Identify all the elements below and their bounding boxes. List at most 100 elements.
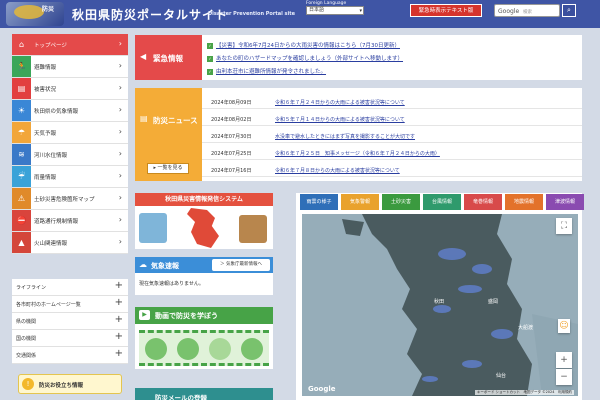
video-header: ▶ 動画で防災を学ぼう: [135, 307, 273, 324]
search-brand: Google: [498, 8, 520, 15]
site-logo[interactable]: 防災: [6, 2, 64, 26]
zoom-in-button[interactable]: +: [556, 352, 572, 368]
zoom-out-button[interactable]: −: [556, 369, 572, 385]
news-row: 2024年08月09日 令和６年７月２４日からの大雨による被害状況等について: [202, 94, 582, 109]
site-title[interactable]: 秋田県防災ポータルサイト: [72, 6, 228, 23]
sidebar-item[interactable]: ☔ 雨量情報 ›: [12, 166, 128, 188]
sidebar-link[interactable]: ライフライン +: [12, 279, 128, 296]
map-tab[interactable]: 気象警報: [341, 194, 379, 210]
emergency-link[interactable]: ✓ あなたの町のハザードマップを確認しましょう（外部サイトへ移動します）: [207, 54, 403, 62]
akita-disaster-system-banner[interactable]: 秋田県災害情報発信システム: [135, 193, 273, 249]
useful-info-banner[interactable]: ! 防災お役立ち情報: [18, 374, 122, 394]
river-icon: ≋: [12, 144, 31, 165]
chevron-right-icon: ›: [118, 171, 122, 180]
sidebar-links: ライフライン + 各市町村のホームページ一覧 + 県の機関 + 国の機関 + 交通関係 +: [12, 279, 128, 364]
site-header: 防災 秋田県防災ポータルサイト Disaster Prevention Port…: [0, 0, 600, 28]
sidebar-item[interactable]: ⚠ 土砂災害危険箇所マップ ›: [12, 188, 128, 210]
news-row: 2024年07月25日 令和６年７月２５日 知事メッセージ（令和６年７月２４日から…: [202, 145, 582, 160]
sidebar-link[interactable]: 交通関係 +: [12, 347, 128, 364]
map-panel: 雨雲の様子 気象警報 土砂災害 台風情報 竜巻情報 地震情報 津波情報 秋田 盛岡 大船渡 …: [296, 193, 584, 400]
video-filmstrip: [139, 330, 269, 366]
volcano-icon: ▲: [12, 232, 31, 253]
landslide-illustration: [239, 215, 267, 243]
emergency-link[interactable]: ✓ 【災害】令和6年7月24日からの大雨災害の情報はこちら（7月30日更新）: [207, 41, 400, 49]
sidebar-item[interactable]: ▲ 火山関連情報 ›: [12, 232, 128, 254]
chevron-right-icon: ›: [118, 83, 122, 92]
sidebar-item[interactable]: ☂ 天気予報 ›: [12, 122, 128, 144]
sidebar-item[interactable]: ⛔ 道路通行規制情報 ›: [12, 210, 128, 232]
sidebar-item-label: 河川水位情報: [34, 153, 68, 159]
video-thumbnail[interactable]: [177, 338, 199, 360]
map-city-label: 盛岡: [488, 299, 499, 305]
plus-icon[interactable]: +: [115, 332, 123, 342]
landslide-icon: ⚠: [12, 188, 31, 209]
sidebar-item[interactable]: 🏃 避難情報 ›: [12, 56, 128, 78]
news-date: 2024年07月25日: [211, 151, 252, 157]
rain-cloud-map[interactable]: 秋田 盛岡 大船渡 仙台 ⛶ ☺ + − Google キーボード ショートカッ…: [302, 214, 578, 396]
weather-bulletin-panel: ☁ 気象速報 ＞ 気象庁最新情報へ 現在気象速報はありません。: [135, 257, 273, 295]
disaster-mail-panel[interactable]: 防災メールの登録: [135, 388, 273, 400]
news-title-link[interactable]: 令和６年７月２５日 知事メッセージ（令和６年７月２４日からの大雨）: [275, 150, 440, 157]
chevron-right-icon: ›: [118, 127, 122, 136]
sidebar-item[interactable]: ≋ 河川水位情報 ›: [12, 144, 128, 166]
lightbulb-icon: !: [22, 378, 34, 390]
cloud-icon: ☁: [139, 260, 147, 269]
plus-icon[interactable]: +: [115, 298, 123, 308]
news-date: 2024年08月02日: [211, 117, 252, 123]
video-thumbnail[interactable]: [241, 338, 263, 360]
akita-prefecture-shape: [187, 208, 219, 248]
news-title-link[interactable]: 令和６年７月２４日からの大雨による被害状況等について: [275, 99, 405, 106]
emergency-link[interactable]: ✓ 由利本荘市に避難所情報が発令されました。: [207, 67, 326, 75]
search-button[interactable]: ⌕: [562, 4, 576, 17]
emergency-text-version-button[interactable]: 緊急時表示テキスト版: [410, 4, 482, 17]
map-tab[interactable]: 津波情報: [546, 194, 584, 210]
emergency-heading-box: ◀ 緊急情報: [135, 35, 202, 80]
sidebar-nav: ⌂ トップページ › 🏃 避難情報 › ▤ 被害状況 › ☀ 秋田県の気象情報 › ☂ 天気予報 › ≋ 河川水…: [12, 34, 128, 254]
minus-icon: −: [560, 372, 568, 382]
chevron-right-icon: ›: [118, 61, 122, 70]
sidebar-item-label: 避難情報: [34, 65, 57, 71]
map-tab[interactable]: 台風情報: [423, 194, 461, 210]
video-learning-panel[interactable]: ▶ 動画で防災を学ぼう: [135, 307, 273, 369]
sidebar-link[interactable]: 県の機関 +: [12, 313, 128, 330]
weather-bulletin-text: 現在気象速報はありません。: [139, 281, 204, 287]
news-panel: ▤ 防災ニュース ▸ 一覧を見る 2024年08月09日 令和６年７月２４日からの…: [135, 88, 582, 181]
video-thumbnail[interactable]: [209, 338, 231, 360]
map-tab[interactable]: 土砂災害: [382, 194, 420, 210]
search-placeholder: 検索: [523, 10, 532, 15]
map-tab[interactable]: 地震情報: [505, 194, 543, 210]
plus-icon[interactable]: +: [115, 315, 123, 325]
news-title-link[interactable]: 水没車で避水したときにはまず写真を撮影することが大切です: [275, 133, 415, 140]
map-tab[interactable]: 竜巻情報: [464, 194, 502, 210]
sidebar-link[interactable]: 国の機関 +: [12, 330, 128, 347]
jma-latest-button[interactable]: ＞ 気象庁最新情報へ: [212, 259, 270, 271]
check-icon: ✓: [207, 43, 213, 49]
map-credit[interactable]: キーボード ショートカット 地図データ ©2024 利用規約: [474, 390, 574, 395]
sidebar-item[interactable]: ▤ 被害状況 ›: [12, 78, 128, 100]
sidebar-link[interactable]: 各市町村のホームページ一覧 +: [12, 296, 128, 313]
news-more-button[interactable]: ▸ 一覧を見る: [147, 163, 189, 174]
weather-bulletin-header: ☁ 気象速報 ＞ 気象庁最新情報へ: [135, 257, 273, 273]
news-heading: 防災ニュース: [153, 116, 198, 125]
fullscreen-button[interactable]: ⛶: [556, 218, 572, 234]
sidebar-item[interactable]: ⌂ トップページ ›: [12, 34, 128, 56]
news-date: 2024年07月30日: [211, 134, 252, 140]
map-tab-bar: 雨雲の様子 気象警報 土砂災害 台風情報 竜巻情報 地震情報 津波情報: [296, 193, 584, 210]
news-title-link[interactable]: 令和６年７月８日からの大雨による被害状況等について: [275, 167, 400, 174]
news-title-link[interactable]: 令和５年７月１４日からの大雨による被害状況等について: [275, 116, 405, 123]
map-tab[interactable]: 雨雲の様子: [300, 194, 338, 210]
google-logo: Google: [308, 385, 336, 393]
plus-icon[interactable]: +: [115, 281, 123, 291]
language-select[interactable]: 日本語: [306, 6, 364, 15]
map-city-label: 秋田: [434, 299, 445, 305]
check-icon: ✓: [207, 56, 213, 62]
sidebar-item[interactable]: ☀ 秋田県の気象情報 ›: [12, 100, 128, 122]
pegman-button[interactable]: ☺: [558, 319, 570, 333]
sidebar-item-label: 雨量情報: [34, 175, 57, 181]
chevron-right-icon: ›: [118, 149, 122, 158]
emergency-panel: ◀ 緊急情報 ✓ 【災害】令和6年7月24日からの大雨災害の情報はこちら（7月30…: [135, 35, 582, 80]
mail-heading: 防災メールの登録: [155, 394, 207, 400]
video-thumbnail[interactable]: [145, 338, 167, 360]
search-input[interactable]: Google 検索: [494, 4, 560, 17]
plus-icon[interactable]: +: [115, 349, 123, 359]
